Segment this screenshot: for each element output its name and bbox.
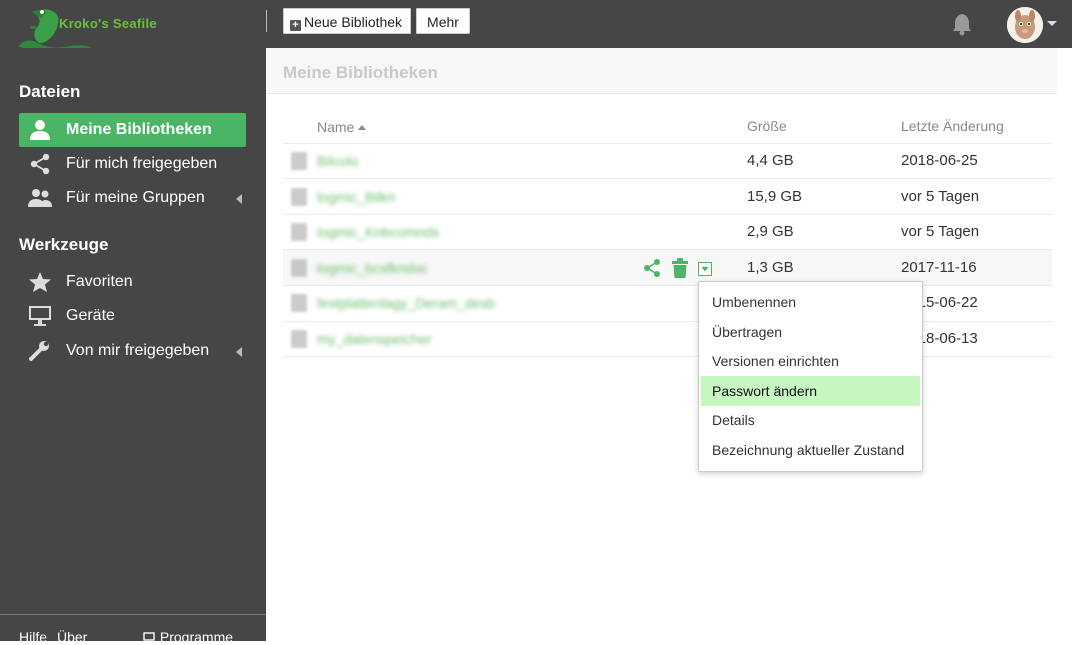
library-name[interactable]: logmic_Bilkn [317,189,396,205]
clients-link[interactable]: Programme [142,629,233,645]
library-size: 1,3 GB [747,259,794,276]
page-header: Meine Bibliotheken [267,48,1057,94]
avatar-image [1007,7,1043,43]
row-divider [283,249,1052,250]
library-name[interactable]: logmic_bcsfkndoc [317,260,428,276]
bell-icon[interactable] [951,12,973,36]
more-label: Mehr [427,14,459,30]
sidebar-item-label: Meine Bibliotheken [66,121,212,138]
library-name[interactable]: my_datenspeicher [317,331,431,347]
sidebar-item-label: Für mich freigegeben [66,155,218,172]
about-link[interactable]: Über [57,629,87,645]
files-heading: Dateien [19,82,81,101]
library-modified: vor 5 Tagen [901,223,980,240]
menu-item-transfer[interactable]: Übertragen [701,317,920,347]
top-bar: Kroko's Seafile + Neue Bibliothek Mehr [0,0,1072,50]
sidebar-item-shared-with-me[interactable]: Für mich freigegeben [19,147,246,181]
library-icon [291,330,307,348]
clients-label: Programme [159,629,234,645]
chevron-left-icon[interactable] [236,347,242,357]
library-icon [291,294,307,312]
sidebar-item-my-libraries[interactable]: Meine Bibliotheken [19,113,246,147]
sidebar-footer-divider [0,614,266,615]
sidebar-item-my-groups[interactable]: Für meine Gruppen [19,181,246,215]
menu-item-change-password[interactable]: Passwort ändern [701,376,920,406]
new-library-label: Neue Bibliothek [304,14,403,30]
trash-icon[interactable] [671,258,689,278]
row-divider [283,143,1052,144]
new-library-button[interactable]: + Neue Bibliothek [283,8,411,34]
row-divider [283,321,1052,322]
library-size: 15,9 GB [747,188,803,205]
library-size: 4,4 GB [747,152,794,169]
library-name[interactable]: Bilcolo [317,153,358,169]
row-divider [283,356,1052,357]
row-divider [283,285,1052,286]
share-icon[interactable] [642,258,662,278]
library-modified: 2018-06-25 [901,152,978,169]
library-operations-menu: Umbenennen Übertragen Versionen einricht… [698,281,923,472]
avatar[interactable] [1007,7,1043,43]
library-size: 2,9 GB [747,223,794,240]
page-title: Meine Bibliotheken [283,63,438,82]
menu-item-label-current-state[interactable]: Bezeichnung aktueller Zustand [701,435,920,465]
star-icon [29,272,51,292]
row-divider [283,214,1052,215]
group-icon [28,189,52,207]
library-name[interactable]: logmic_Knbcomnds [317,224,439,240]
sidebar-item-favorites[interactable]: Favoriten [19,265,246,299]
sidebar-item-label: Von mir freigegeben [66,342,210,359]
user-icon [30,120,50,140]
library-icon [291,223,307,241]
library-icon [291,152,307,170]
menu-item-history-settings[interactable]: Versionen einrichten [701,346,920,376]
top-divider [266,10,267,32]
column-header-modified[interactable]: Letzte Änderung [901,118,1004,134]
brand-name[interactable]: Kroko's Seafile [59,16,157,31]
help-link[interactable]: Hilfe [19,629,47,645]
caret-down-icon[interactable] [698,262,712,276]
column-header-label: Name [317,119,355,135]
chevron-down-icon[interactable] [1047,21,1057,26]
monitor-icon [29,306,51,326]
sidebar-item-devices[interactable]: Geräte [19,299,246,333]
laptop-icon [142,632,156,643]
sidebar-item-label: Für meine Gruppen [66,189,205,206]
wrench-icon [29,341,49,361]
sidebar-item-label: Favoriten [66,273,133,290]
menu-item-rename[interactable]: Umbenennen [701,287,920,317]
sidebar-item-label: Geräte [66,307,115,324]
library-modified: vor 5 Tagen [901,188,980,205]
sidebar-item-shared-by-me[interactable]: Von mir freigegeben [19,334,246,368]
library-modified: 2017-11-16 [901,259,977,276]
sidebar: Dateien Meine Bibliotheken Für mich frei… [0,48,266,645]
column-header-name[interactable]: Name [317,119,367,135]
chevron-left-icon[interactable] [236,194,242,204]
plus-icon: + [290,20,301,31]
share-icon [30,153,50,175]
menu-item-details[interactable]: Details [701,405,920,435]
library-icon [291,259,307,277]
row-divider [283,178,1052,179]
sort-asc-icon [358,125,367,130]
library-name[interactable]: festplattenlagy_Deram_desb [317,295,495,311]
column-header-size[interactable]: Größe [747,118,787,134]
more-button[interactable]: Mehr [416,8,470,34]
tools-heading: Werkzeuge [19,235,109,254]
library-icon [291,188,307,206]
